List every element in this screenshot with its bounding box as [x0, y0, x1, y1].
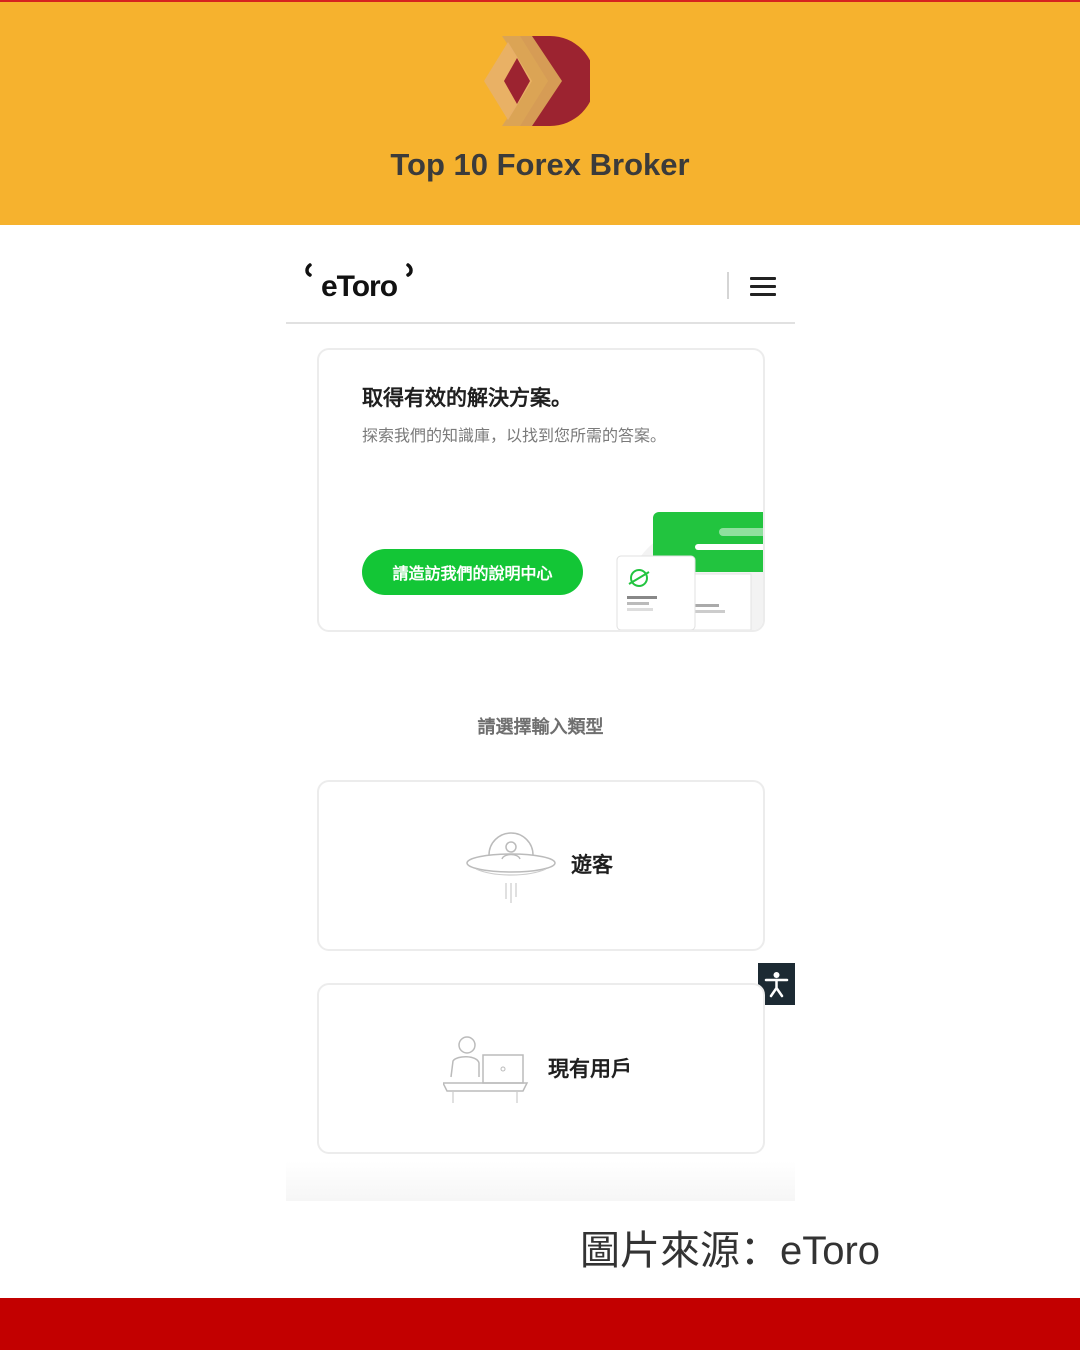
knowledge-base-illustration-icon	[616, 512, 763, 630]
existing-user-option-label: 現有用戶	[548, 1057, 632, 1081]
help-center-card: 取得有效的解決方案。 探索我們的知識庫，以找到您所需的答案。 請造訪我們的說明中…	[317, 348, 765, 632]
bottom-fade	[286, 1161, 795, 1201]
top-bar: eToro	[286, 225, 795, 324]
banner-title: Top 10 Forex Broker	[390, 147, 690, 182]
footer-bar	[0, 1298, 1080, 1350]
top-banner: Top 10 Forex Broker	[0, 0, 1080, 225]
image-source-caption: 圖片來源：eToro	[580, 1229, 881, 1273]
help-card-title: 取得有效的解決方案。	[362, 386, 572, 410]
brand-logo-icon	[484, 36, 590, 126]
topbar-divider	[727, 272, 729, 299]
entry-type-label: 請選擇輸入類型	[477, 717, 604, 738]
hamburger-menu-icon[interactable]	[748, 275, 778, 297]
etoro-help-screen: eToro 取得有效的解決方案。 探索我們的知識庫，以找到您所需的答案。 請造訪…	[286, 225, 795, 1201]
etoro-logo[interactable]: eToro	[304, 263, 414, 303]
ufo-guest-icon	[466, 832, 556, 903]
etoro-logo-text: eToro	[321, 270, 398, 303]
guest-option-label: 遊客	[571, 853, 613, 877]
visit-help-center-button[interactable]: 請造訪我們的說明中心	[362, 549, 583, 595]
desk-user-icon	[443, 1036, 529, 1103]
help-card-subtitle: 探索我們的知識庫，以找到您所需的答案。	[362, 426, 667, 445]
existing-user-option-card[interactable]: 現有用戶	[317, 983, 765, 1154]
guest-option-card[interactable]: 遊客	[317, 780, 765, 951]
